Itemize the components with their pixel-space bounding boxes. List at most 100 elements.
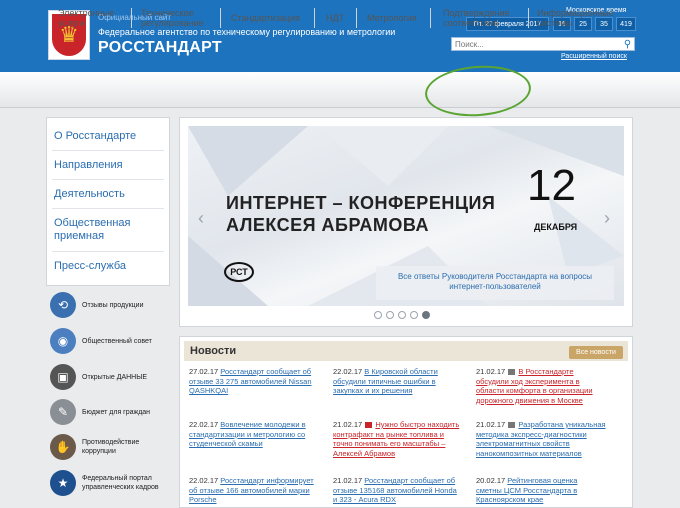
- nav-label: соответствия: [443, 18, 499, 28]
- slide-caption-line: Все ответы Руководителя Росстандарта на …: [397, 272, 593, 281]
- menu-divider: [52, 150, 164, 151]
- nav-electronic-services[interactable]: Электронные услуги: [58, 0, 114, 36]
- news-text: Росстандарт сообщает об: [220, 367, 312, 376]
- side-link-label: Бюджет для граждан: [82, 408, 150, 417]
- news-text: Красноярском крае: [476, 495, 544, 505]
- slider-dot-5[interactable]: [422, 311, 430, 319]
- news-text: студенческой скамьи: [189, 439, 263, 449]
- slider-dot-3[interactable]: [398, 311, 406, 319]
- news-text: Росстандарт сообщает об: [364, 476, 456, 485]
- news-date: 21.02.17: [333, 476, 363, 485]
- side-link-federal-portal[interactable]: ★ Федеральный портал управленческих кадров: [50, 468, 159, 498]
- side-link-recalls[interactable]: ⟲ Отзывы продукции: [50, 290, 144, 320]
- menu-divider: [52, 179, 164, 180]
- slider-dot-4[interactable]: [410, 311, 418, 319]
- nav-technical-regulation[interactable]: Техническое регулирование: [141, 0, 204, 36]
- menu-press-service[interactable]: Пресс-служба: [54, 260, 126, 273]
- news-date: 22.02.17: [189, 420, 219, 429]
- side-link-line: Бюджет для граждан: [82, 408, 151, 416]
- menu-activity[interactable]: Деятельность: [54, 188, 125, 201]
- nav-standardization[interactable]: Стандартизация: [231, 0, 300, 36]
- side-link-council[interactable]: ◉ Общественный совет: [50, 326, 152, 356]
- brand-title[interactable]: РОССТАНДАРТ: [98, 39, 222, 57]
- news-item[interactable]: 22.02.17 В Кировской области обсудили ти…: [333, 367, 471, 396]
- chevron-right-icon[interactable]: ›: [604, 208, 610, 229]
- slide-title-line: АЛЕКСЕЯ АБРАМОВА: [226, 215, 430, 235]
- chevron-left-icon[interactable]: ‹: [198, 208, 204, 229]
- side-link-budget[interactable]: ✎ Бюджет для граждан: [50, 397, 150, 427]
- news-text: В Кировской области: [364, 367, 438, 376]
- side-link-line: управленческих кадров: [82, 484, 159, 491]
- slide-caption[interactable]: Все ответы Руководителя Росстандарта на …: [376, 266, 614, 300]
- news-text: Росстандарт информирует: [220, 476, 314, 485]
- main-nav: [0, 72, 680, 108]
- federal-portal-icon: ★: [50, 470, 76, 496]
- advanced-search-link[interactable]: Расширенный поиск: [561, 53, 627, 60]
- council-icon: ◉: [50, 328, 76, 354]
- slide-title: ИНТЕРНЕТ – КОНФЕРЕНЦИЯ АЛЕКСЕЯ АБРАМОВА: [226, 192, 495, 236]
- news-item[interactable]: 21.02.17 Нужно быстро находить контрафак…: [333, 420, 471, 458]
- nav-label: Техническое: [141, 8, 194, 18]
- news-text: Алексей Абрамов: [333, 448, 396, 458]
- clock-ms: 419: [616, 17, 636, 31]
- menu-divider: [52, 251, 164, 252]
- news-text: дорожного движения в Москве: [476, 395, 583, 405]
- news-text: сметны ЦСМ Росстандарта в: [476, 485, 578, 495]
- menu-label: приемная: [54, 230, 105, 242]
- side-link-label: Открытые ДАННЫЕ: [82, 373, 147, 382]
- news-date: 27.02.17: [189, 367, 219, 376]
- video-icon: [365, 422, 373, 429]
- nav-label: Электронные: [58, 8, 115, 18]
- search-input[interactable]: [451, 37, 635, 51]
- search-icon[interactable]: ⚲: [621, 38, 634, 50]
- nav-divider: [528, 8, 529, 28]
- news-text: электромагнитных свойств: [476, 439, 570, 449]
- menu-directions[interactable]: Направления: [54, 159, 123, 172]
- news-item[interactable]: 22.02.17 Вовлечение молодежи в стандарти…: [189, 420, 327, 449]
- photo-icon: [508, 369, 516, 376]
- nav-conformity-assessment[interactable]: Подтверждение соответствия: [443, 0, 510, 36]
- news-text: и 323 - Acura RDX: [333, 495, 396, 505]
- slide-day: 12: [527, 161, 576, 210]
- news-text: точно понимать его масштабы –: [333, 439, 446, 449]
- news-item[interactable]: 21.02.17 Разработана уникальная методика…: [476, 420, 614, 458]
- news-text: области комфорта в организации: [476, 386, 593, 396]
- nav-information-systems[interactable]: Информационные системы: [537, 0, 614, 36]
- recall-icon: ⟲: [50, 292, 76, 318]
- slide-image[interactable]: ИНТЕРНЕТ – КОНФЕРЕНЦИЯ АЛЕКСЕЯ АБРАМОВА 1…: [188, 126, 624, 306]
- news-text: Рейтинговая оценка: [507, 476, 578, 485]
- news-text: отзыве 33 275 автомобилей Nissan: [189, 376, 312, 386]
- nav-label: системы: [537, 18, 573, 28]
- slide-month: ДЕКАБРЯ: [534, 222, 578, 232]
- slider-dot-2[interactable]: [386, 311, 394, 319]
- side-link-line: Общественный совет: [82, 337, 152, 345]
- menu-public-reception[interactable]: Общественная приемная: [54, 217, 131, 243]
- side-link-open-data[interactable]: ▣ Открытые ДАННЫЕ: [50, 362, 147, 392]
- side-link-line: коррупции: [82, 448, 116, 455]
- news-item[interactable]: 22.02.17 Росстандарт информирует об отзы…: [189, 476, 327, 505]
- side-link-label: Общественный совет: [82, 337, 152, 346]
- news-date: 22.02.17: [189, 476, 219, 485]
- news-text: QASHKQAI: [189, 386, 229, 396]
- side-link-anti-corruption[interactable]: ✋ Противодействие коррупции: [50, 432, 139, 462]
- nav-divider: [131, 8, 132, 28]
- news-item[interactable]: 27.02.17 Росстандарт сообщает об отзыве …: [189, 367, 327, 396]
- nav-metrology[interactable]: Метрология: [367, 0, 417, 36]
- menu-about[interactable]: О Росстандарте: [54, 130, 136, 143]
- side-link-label: Отзывы продукции: [82, 301, 144, 310]
- news-text: В Росстандарте: [518, 367, 574, 376]
- news-text: обсудили ход эксперимента в: [476, 376, 580, 386]
- news-item[interactable]: 21.02.17 Росстандарт сообщает об отзыве …: [333, 476, 471, 505]
- slider-dot-1[interactable]: [374, 311, 382, 319]
- slider-dots: [374, 311, 430, 319]
- nav-ndt[interactable]: НДТ: [326, 0, 344, 36]
- news-item[interactable]: 20.02.17 Рейтинговая оценка сметны ЦСМ Р…: [476, 476, 614, 505]
- budget-icon: ✎: [50, 399, 76, 425]
- news-item[interactable]: 21.02.17 В Росстандарте обсудили ход экс…: [476, 367, 614, 405]
- all-news-button[interactable]: Все новости: [569, 346, 623, 359]
- news-text: отзыве 135168 автомобилей Honda: [333, 485, 457, 495]
- news-header-bar: [184, 341, 628, 361]
- side-link-label: Федеральный портал управленческих кадров: [82, 474, 159, 492]
- news-text: методика экспресс-диагностики: [476, 429, 587, 439]
- nav-divider: [430, 8, 431, 28]
